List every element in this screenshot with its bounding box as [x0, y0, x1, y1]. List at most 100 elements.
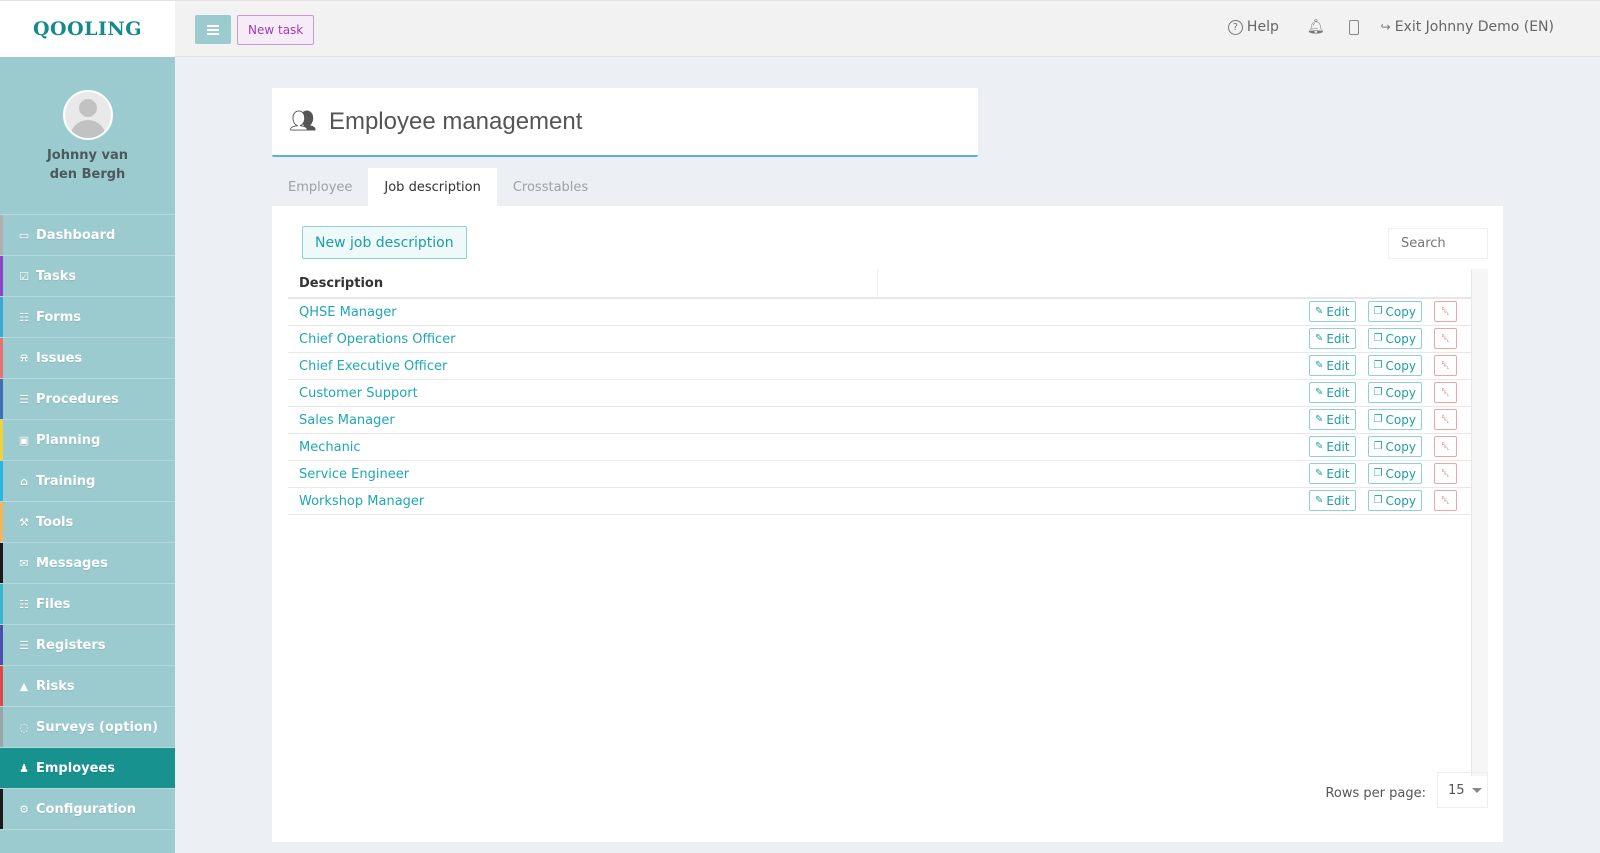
sidebar-color-bar [0, 420, 3, 460]
copy-button[interactable]: ❐ Copy [1367, 463, 1422, 484]
delete-button[interactable]: ␡ [1434, 436, 1457, 457]
table-row: Mechanic ✎ Edit ❐ Copy ␡ [288, 434, 1471, 461]
sidebar-item-tools[interactable]: ⚒ Tools [0, 502, 175, 543]
copy-button[interactable]: ❐ Copy [1367, 436, 1422, 457]
job-description-link[interactable]: Mechanic [288, 440, 1471, 455]
notifications-bell-icon[interactable]: 🔔︎ [1307, 19, 1325, 35]
sidebar-item-procedures[interactable]: ☰ Procedures [0, 379, 175, 420]
edit-button[interactable]: ✎ Edit [1308, 436, 1356, 457]
rows-per-page-label: Rows per page: [1325, 786, 1426, 801]
copy-icon: ❐ [1373, 468, 1383, 479]
sidebar-item-messages[interactable]: ✉ Messages [0, 543, 175, 584]
delete-button[interactable]: ␡ [1434, 301, 1457, 322]
tab-crosstables[interactable]: Crosstables [497, 168, 604, 206]
job-description-link[interactable]: QHSE Manager [288, 305, 1471, 320]
job-description-link[interactable]: Service Engineer [288, 467, 1471, 482]
edit-button[interactable]: ✎ Edit [1308, 382, 1356, 403]
job-description-link[interactable]: Customer Support [288, 386, 1471, 401]
copy-button[interactable]: ❐ Copy [1367, 409, 1422, 430]
sidebar-color-bar [0, 461, 3, 501]
delete-button[interactable]: ␡ [1434, 355, 1457, 376]
tab-employee[interactable]: Employee [272, 168, 368, 206]
trash-icon: ␡ [1441, 412, 1450, 426]
trash-icon: ␡ [1441, 466, 1450, 480]
trash-icon: ␡ [1441, 304, 1450, 318]
sidebar-item-label: Issues [36, 350, 83, 366]
sidebar-item-dashboard[interactable]: ▭ Dashboard [0, 215, 175, 256]
sidebar-item-label: Employees [36, 760, 115, 776]
edit-button[interactable]: ✎ Edit [1308, 490, 1356, 511]
sidebar-item-configuration[interactable]: ⚙ Configuration [0, 789, 175, 830]
copy-button[interactable]: ❐ Copy [1367, 382, 1422, 403]
sidebar-item-forms[interactable]: ☷ Forms [0, 297, 175, 338]
edit-label: Edit [1326, 493, 1350, 508]
rows-per-page-select[interactable]: 15 [1437, 772, 1488, 808]
column-header-description[interactable]: Description [288, 269, 878, 297]
table-body: QHSE Manager ✎ Edit ❐ Copy ␡ Chief Operations … [288, 299, 1488, 515]
sidebar-item-planning[interactable]: ▣ Planning [0, 420, 175, 461]
monitor-icon: ▭ [18, 228, 30, 242]
sidebar-color-bar [0, 256, 3, 296]
sidebar-item-tasks[interactable]: ☑ Tasks [0, 256, 175, 297]
app-logo[interactable]: QOOLING [33, 18, 142, 40]
edit-button[interactable]: ✎ Edit [1308, 355, 1356, 376]
sidebar-item-files[interactable]: ☷ Files [0, 584, 175, 625]
row-actions: ✎ Edit ❐ Copy ␡ [1308, 382, 1457, 403]
sidebar-item-label: Configuration [36, 801, 136, 817]
sidebar-item-surveys-option[interactable]: ◌ Surveys (option) [0, 707, 175, 748]
sidebar-item-issues[interactable]: ⍾ Issues [0, 338, 175, 379]
edit-label: Edit [1326, 439, 1350, 454]
copy-icon: ❐ [1373, 306, 1383, 317]
edit-button[interactable]: ✎ Edit [1308, 409, 1356, 430]
delete-button[interactable]: ␡ [1434, 328, 1457, 349]
mobile-device-icon[interactable] [1348, 19, 1359, 35]
avatar[interactable] [62, 90, 113, 140]
copy-label: Copy [1385, 493, 1416, 508]
list-icon: ☰ [19, 392, 29, 406]
sidebar-item-risks[interactable]: ▲ Risks [0, 666, 175, 707]
help-link[interactable]: ? Help [1227, 19, 1279, 35]
delete-button[interactable]: ␡ [1434, 463, 1457, 484]
row-actions: ✎ Edit ❐ Copy ␡ [1308, 490, 1457, 511]
copy-button[interactable]: ❐ Copy [1367, 301, 1422, 322]
job-description-link[interactable]: Chief Executive Officer [288, 359, 1471, 374]
exit-link[interactable]: ↪ Exit Johnny Demo (EN) [1381, 19, 1554, 35]
job-description-link[interactable]: Sales Manager [288, 413, 1471, 428]
search-input[interactable] [1388, 228, 1488, 259]
edit-button[interactable]: ✎ Edit [1308, 328, 1356, 349]
sidebar-item-label: Tools [36, 514, 74, 530]
new-job-description-button[interactable]: New job description [302, 226, 467, 259]
content-panel: New job description Description QHSE Man… [272, 206, 1503, 842]
edit-label: Edit [1326, 331, 1350, 346]
sidebar-color-bar [0, 543, 3, 583]
edit-button[interactable]: ✎ Edit [1308, 301, 1356, 322]
sidebar-item-employees[interactable]: ♟ Employees [0, 748, 175, 789]
hamburger-icon [207, 24, 219, 35]
edit-icon: ✎ [1314, 306, 1324, 317]
vertical-scrollbar[interactable] [1471, 269, 1488, 776]
edit-label: Edit [1326, 358, 1350, 373]
delete-button[interactable]: ␡ [1434, 382, 1457, 403]
list-icon: ☰ [19, 638, 29, 652]
sidebar-item-training[interactable]: ⌂ Training [0, 461, 175, 502]
copy-button[interactable]: ❐ Copy [1367, 355, 1422, 376]
copy-button[interactable]: ❐ Copy [1367, 490, 1422, 511]
gear-icon: ⚙ [19, 802, 29, 816]
row-actions: ✎ Edit ❐ Copy ␡ [1308, 328, 1457, 349]
sidebar-color-bar [0, 748, 3, 788]
edit-button[interactable]: ✎ Edit [1308, 463, 1356, 484]
job-description-link[interactable]: Workshop Manager [288, 494, 1471, 509]
sidebar-item-label: Procedures [36, 391, 119, 407]
sidebar-item-label: Tasks [36, 268, 77, 284]
delete-button[interactable]: ␡ [1434, 490, 1457, 511]
new-task-button[interactable]: New task [237, 15, 315, 45]
sidebar-item-registers[interactable]: ☰ Registers [0, 625, 175, 666]
menu-toggle-button[interactable] [195, 15, 231, 44]
tab-job-description[interactable]: Job description [368, 168, 497, 206]
topbar-actions: ? Help 🔔︎ ↪ Exit Johnny Demo (EN) [1227, 19, 1554, 35]
sidebar-item-label: Registers [36, 637, 106, 653]
delete-button[interactable]: ␡ [1434, 409, 1457, 430]
copy-button[interactable]: ❐ Copy [1367, 328, 1422, 349]
job-description-link[interactable]: Chief Operations Officer [288, 332, 1471, 347]
logo-container: QOOLING [0, 0, 175, 57]
